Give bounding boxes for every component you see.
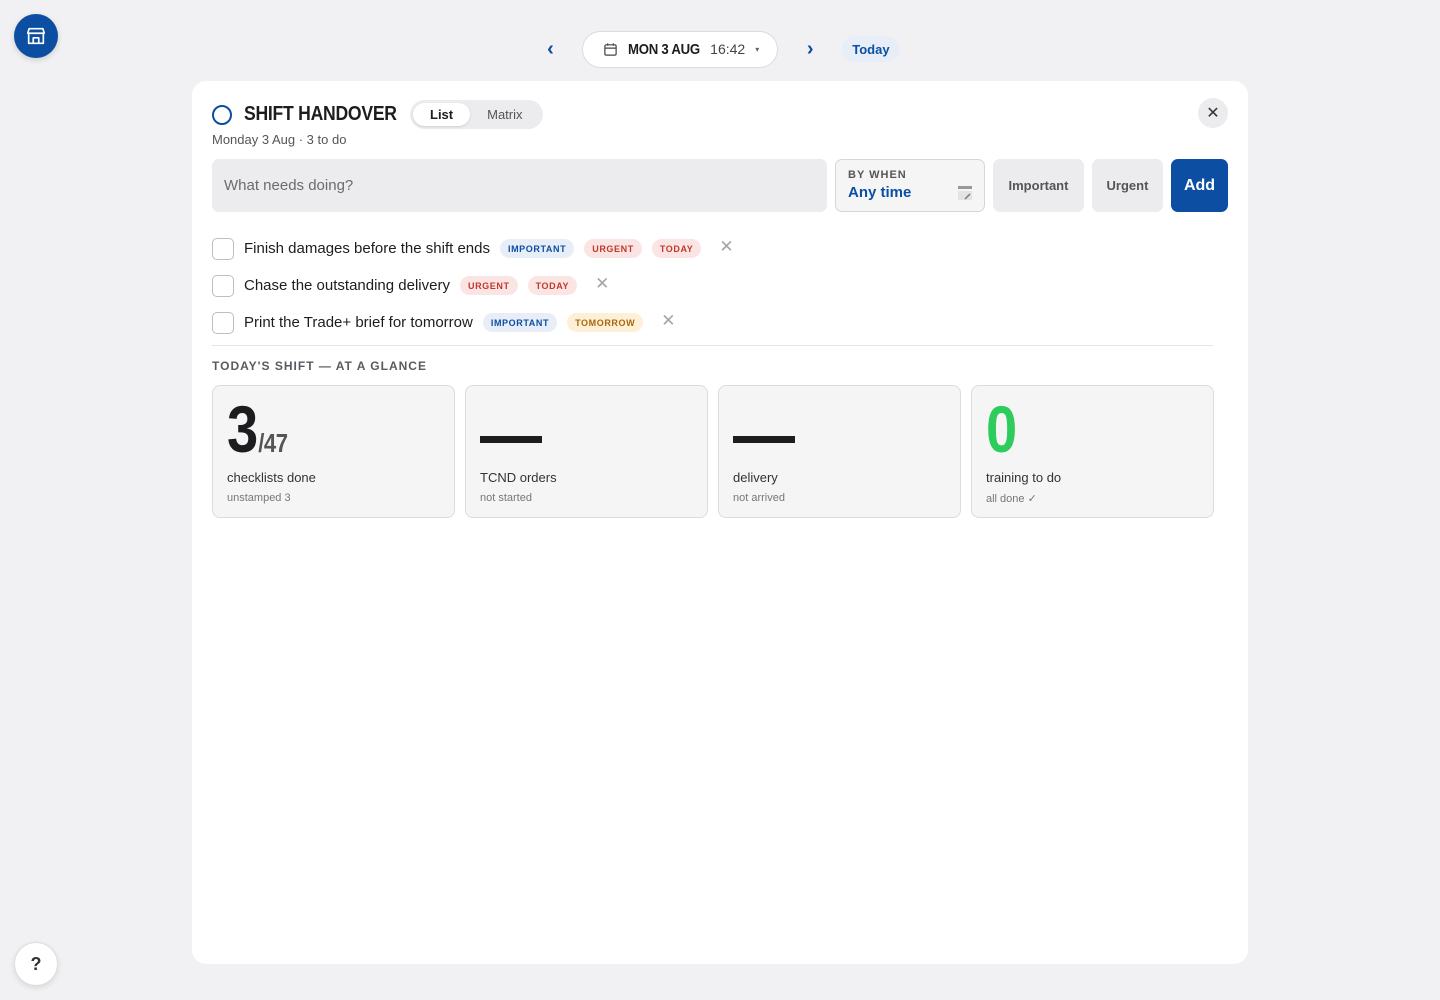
glance-cards: 3/47 checklists done unstamped 3 TCND or… — [212, 385, 1214, 518]
task-input[interactable] — [212, 159, 827, 212]
task-text: Print the Trade+ brief for tomorrow — [244, 314, 473, 331]
shift-handover-panel: SHIFT HANDOVER List Matrix Monday 3 Aug … — [192, 81, 1248, 964]
checklists-total: /47 — [258, 428, 288, 458]
card-sub: unstamped 3 — [227, 492, 291, 504]
remove-task-icon[interactable]: ✕ — [719, 238, 733, 255]
date-picker[interactable]: MON 3 AUG 16:42 ▾ — [582, 30, 779, 68]
card-sub: not started — [480, 492, 532, 504]
delivery-card[interactable]: delivery not arrived — [718, 385, 961, 518]
task-text: Chase the outstanding delivery — [244, 277, 450, 294]
tag-important: IMPORTANT — [499, 239, 575, 258]
next-day-button[interactable]: › — [800, 38, 820, 61]
training-card[interactable]: 0 training to do all done ✓ — [971, 385, 1214, 518]
card-label: training to do — [986, 470, 1062, 485]
tab-matrix[interactable]: Matrix — [470, 103, 539, 126]
list-item: Chase the outstanding delivery URGENT TO… — [212, 267, 734, 304]
date-navigator: ‹ MON 3 AUG 16:42 ▾ › Today — [0, 30, 1440, 68]
current-date: MON 3 AUG — [628, 40, 701, 58]
page-title: SHIFT HANDOVER — [244, 103, 397, 125]
tag-tomorrow: TOMORROW — [567, 313, 644, 332]
task-list: Finish damages before the shift ends IMP… — [212, 230, 734, 341]
by-when-select[interactable]: BY WHEN Any time — [835, 159, 985, 212]
list-item: Finish damages before the shift ends IMP… — [212, 230, 734, 267]
tag-important: IMPORTANT — [482, 313, 558, 332]
circle-status-icon — [212, 104, 232, 125]
task-checkbox[interactable] — [212, 311, 234, 334]
task-text: Finish damages before the shift ends — [244, 240, 490, 257]
card-sub: all done ✓ — [986, 493, 1037, 505]
task-checkbox[interactable] — [212, 237, 234, 260]
help-button[interactable]: ? — [14, 942, 58, 986]
panel-header: SHIFT HANDOVER List Matrix — [212, 100, 543, 129]
card-label: TCND orders — [480, 470, 557, 485]
tag-urgent: URGENT — [584, 239, 642, 258]
by-when-value: Any time — [848, 184, 912, 201]
add-task-button[interactable]: Add — [1171, 159, 1228, 212]
remove-task-icon[interactable]: ✕ — [661, 312, 675, 329]
calendar-icon — [604, 42, 618, 56]
task-checkbox[interactable] — [212, 274, 234, 297]
tag-today: TODAY — [527, 276, 578, 295]
glance-title: TODAY'S SHIFT — AT A GLANCE — [212, 359, 427, 373]
tcnd-orders-card[interactable]: TCND orders not started — [465, 385, 708, 518]
caret-down-icon: ▾ — [755, 44, 760, 54]
card-sub: not arrived — [733, 492, 785, 504]
card-label: checklists done — [227, 470, 316, 485]
today-button[interactable]: Today — [842, 36, 900, 62]
checklists-value: 3/47 — [227, 396, 288, 476]
current-time: 16:42 — [710, 41, 746, 57]
panel-subtitle: Monday 3 Aug · 3 to do — [212, 132, 347, 147]
calendar-edit-icon — [958, 186, 972, 200]
checklists-card[interactable]: 3/47 checklists done unstamped 3 — [212, 385, 455, 518]
divider — [212, 345, 1213, 346]
close-button[interactable]: ✕ — [1198, 98, 1228, 128]
checklists-done-count: 3 — [227, 392, 258, 466]
remove-task-icon[interactable]: ✕ — [595, 275, 609, 292]
prev-day-button[interactable]: ‹ — [540, 38, 560, 61]
tab-list[interactable]: List — [413, 103, 471, 126]
tag-today: TODAY — [651, 239, 702, 258]
empty-value-dash — [733, 436, 795, 443]
tag-urgent: URGENT — [459, 276, 518, 295]
by-when-label: BY WHEN — [848, 169, 907, 181]
training-value: 0 — [986, 392, 1017, 466]
add-task-row: BY WHEN Any time Important Urgent Add — [212, 159, 1228, 212]
empty-value-dash — [480, 436, 542, 443]
close-icon: ✕ — [1206, 105, 1220, 122]
important-toggle[interactable]: Important — [993, 159, 1084, 212]
card-label: delivery — [733, 470, 778, 485]
urgent-toggle[interactable]: Urgent — [1092, 159, 1163, 212]
list-item: Print the Trade+ brief for tomorrow IMPO… — [212, 304, 734, 341]
view-toggle: List Matrix — [410, 100, 543, 129]
